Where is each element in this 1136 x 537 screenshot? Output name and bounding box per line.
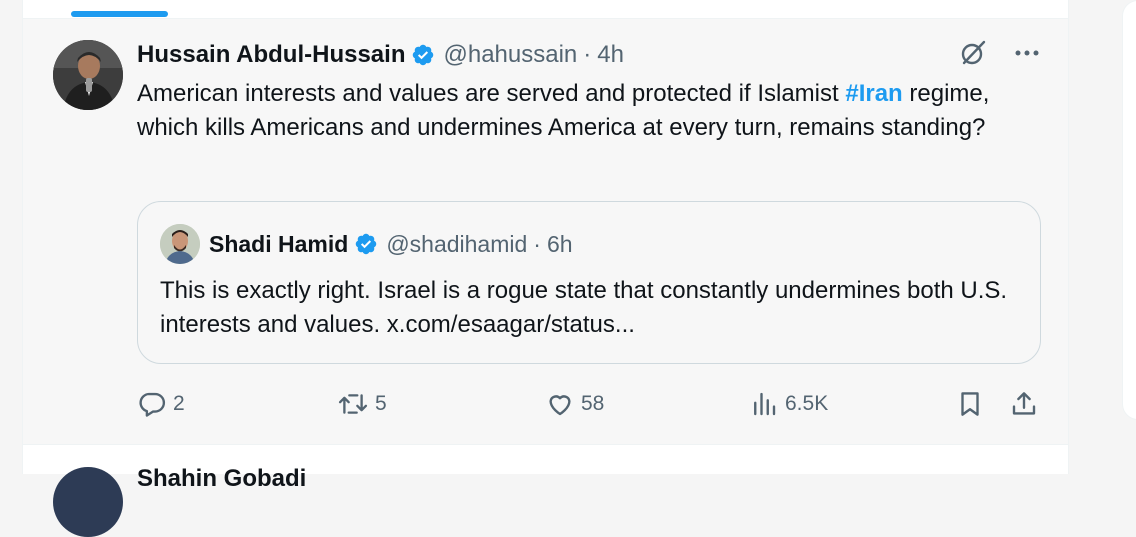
like-button[interactable]: 58 [545, 387, 604, 421]
view-count: 6.5K [785, 392, 829, 415]
reply-count: 2 [173, 392, 185, 415]
author-handle[interactable]: @hahussain [443, 41, 577, 69]
separator: · [533, 230, 541, 257]
share-icon [1009, 389, 1039, 419]
repost-count: 5 [375, 392, 387, 415]
reply-button[interactable]: 2 [137, 387, 185, 421]
quoted-tweet[interactable]: Shadi Hamid @shadihamid · 6h This is exa… [137, 201, 1041, 364]
quoted-timestamp[interactable]: 6h [547, 231, 573, 258]
next-tweet[interactable]: Shahin Gobadi [23, 444, 1068, 537]
like-count: 58 [581, 392, 605, 415]
separator: · [583, 41, 592, 68]
quoted-tweet-text: This is exactly right. Israel is a rogue… [160, 277, 1008, 338]
share-button[interactable] [1009, 387, 1039, 421]
grok-icon[interactable] [958, 38, 988, 68]
right-sidebar-panel [1122, 0, 1136, 420]
timestamp[interactable]: 4h [597, 41, 624, 69]
tweet-text: American interests and values are served… [137, 77, 1037, 145]
next-avatar[interactable] [53, 467, 123, 537]
hashtag-link[interactable]: #Iran [845, 80, 902, 107]
avatar[interactable] [53, 40, 123, 110]
reply-icon [137, 389, 167, 419]
active-tab-indicator [71, 11, 168, 17]
repost-icon [337, 389, 369, 419]
tweet-header: Hussain Abdul-Hussain @hahussain · 4h [137, 39, 624, 71]
next-author-name[interactable]: Shahin Gobadi [137, 465, 306, 493]
quoted-author-name[interactable]: Shadi Hamid [209, 231, 348, 258]
views-icon [749, 389, 779, 419]
quoted-tweet-header: Shadi Hamid @shadihamid · 6h [160, 224, 573, 264]
tweet[interactable]: Hussain Abdul-Hussain @hahussain · 4h Am… [23, 19, 1068, 444]
tweet-actions: 2 5 58 6.5K [137, 387, 1043, 421]
verified-badge-icon [411, 43, 435, 67]
more-icon[interactable] [1014, 49, 1040, 57]
repost-button[interactable]: 5 [337, 387, 387, 421]
bookmark-icon [955, 389, 985, 419]
quoted-avatar[interactable] [160, 224, 200, 264]
quoted-author-handle[interactable]: @shadihamid [386, 231, 527, 258]
like-icon [545, 389, 575, 419]
bookmark-button[interactable] [955, 387, 985, 421]
header-actions [958, 38, 1040, 68]
tweet-text-part: American interests and values are served… [137, 80, 846, 107]
views-button[interactable]: 6.5K [749, 387, 828, 421]
timeline: Hussain Abdul-Hussain @hahussain · 4h Am… [22, 0, 1069, 537]
author-name[interactable]: Hussain Abdul-Hussain [137, 41, 405, 69]
verified-badge-icon [354, 232, 378, 256]
